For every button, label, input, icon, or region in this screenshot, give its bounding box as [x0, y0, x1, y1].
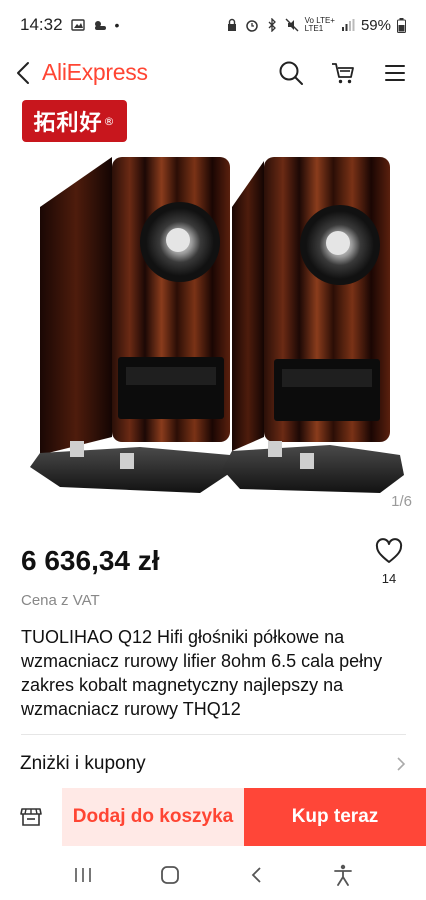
wishlist-count: 14	[381, 571, 397, 586]
back-icon	[17, 61, 29, 84]
nav-back-button[interactable]	[236, 857, 276, 893]
wishlist-button[interactable]: 14	[370, 538, 408, 586]
cart-button[interactable]	[330, 60, 356, 86]
home-icon	[160, 866, 179, 884]
home-button[interactable]	[150, 857, 190, 893]
vat-note: Cena z VAT	[21, 592, 100, 609]
chevron-right-icon	[397, 757, 406, 771]
image-page-indicator: 1/6	[391, 493, 412, 510]
accessibility-icon	[333, 864, 352, 886]
accessibility-button[interactable]	[323, 857, 363, 893]
signal-icon	[341, 19, 355, 31]
recents-button[interactable]	[63, 857, 103, 893]
weather-icon	[94, 21, 106, 30]
store-icon	[20, 808, 42, 826]
buy-now-button[interactable]: Kup teraz	[244, 788, 426, 846]
divider	[21, 734, 406, 735]
carrier-info: Vo LTE+ LTE1	[304, 16, 335, 33]
gallery-notification-icon	[70, 19, 85, 31]
bluetooth-icon	[268, 18, 276, 32]
heart-icon	[375, 538, 403, 563]
coupons-label: Zniżki i kupony	[20, 753, 146, 774]
coupons-row[interactable]: Zniżki i kupony	[0, 745, 426, 783]
mute-icon	[285, 18, 299, 32]
menu-icon	[385, 64, 405, 81]
product-image-gallery[interactable]: 拓利好 ® 1/6	[0, 95, 426, 520]
store-button[interactable]	[0, 788, 62, 846]
product-price: 6 636,34 zł	[21, 545, 160, 576]
back-button[interactable]	[12, 58, 34, 88]
add-to-cart-button[interactable]: Dodaj do koszyka	[62, 788, 244, 846]
status-bar: 14:32 • Vo LTE+ LTE1 59%	[0, 0, 426, 50]
bottom-action-bar: Dodaj do koszyka Kup teraz	[0, 788, 426, 846]
aliexpress-logo[interactable]: AliExpress	[42, 59, 148, 86]
dot-icon: •	[114, 17, 120, 33]
alarm-icon	[245, 20, 258, 32]
search-button[interactable]	[278, 60, 304, 86]
battery-percent: 59%	[360, 16, 391, 34]
lock-icon	[227, 18, 236, 31]
product-title: TUOLIHAO Q12 Hifi głośniki półkowe na wz…	[21, 627, 383, 719]
battery-icon	[397, 17, 406, 33]
system-navigation-bar	[0, 850, 426, 900]
recents-icon	[75, 868, 92, 882]
status-time: 14:32	[20, 15, 63, 34]
brand-badge: 拓利好 ®	[22, 100, 127, 142]
product-image	[30, 157, 404, 493]
menu-button[interactable]	[382, 60, 408, 86]
search-icon	[279, 61, 303, 85]
cart-icon	[332, 62, 354, 83]
app-bar: AliExpress	[0, 50, 426, 95]
nav-back-icon	[251, 867, 261, 883]
